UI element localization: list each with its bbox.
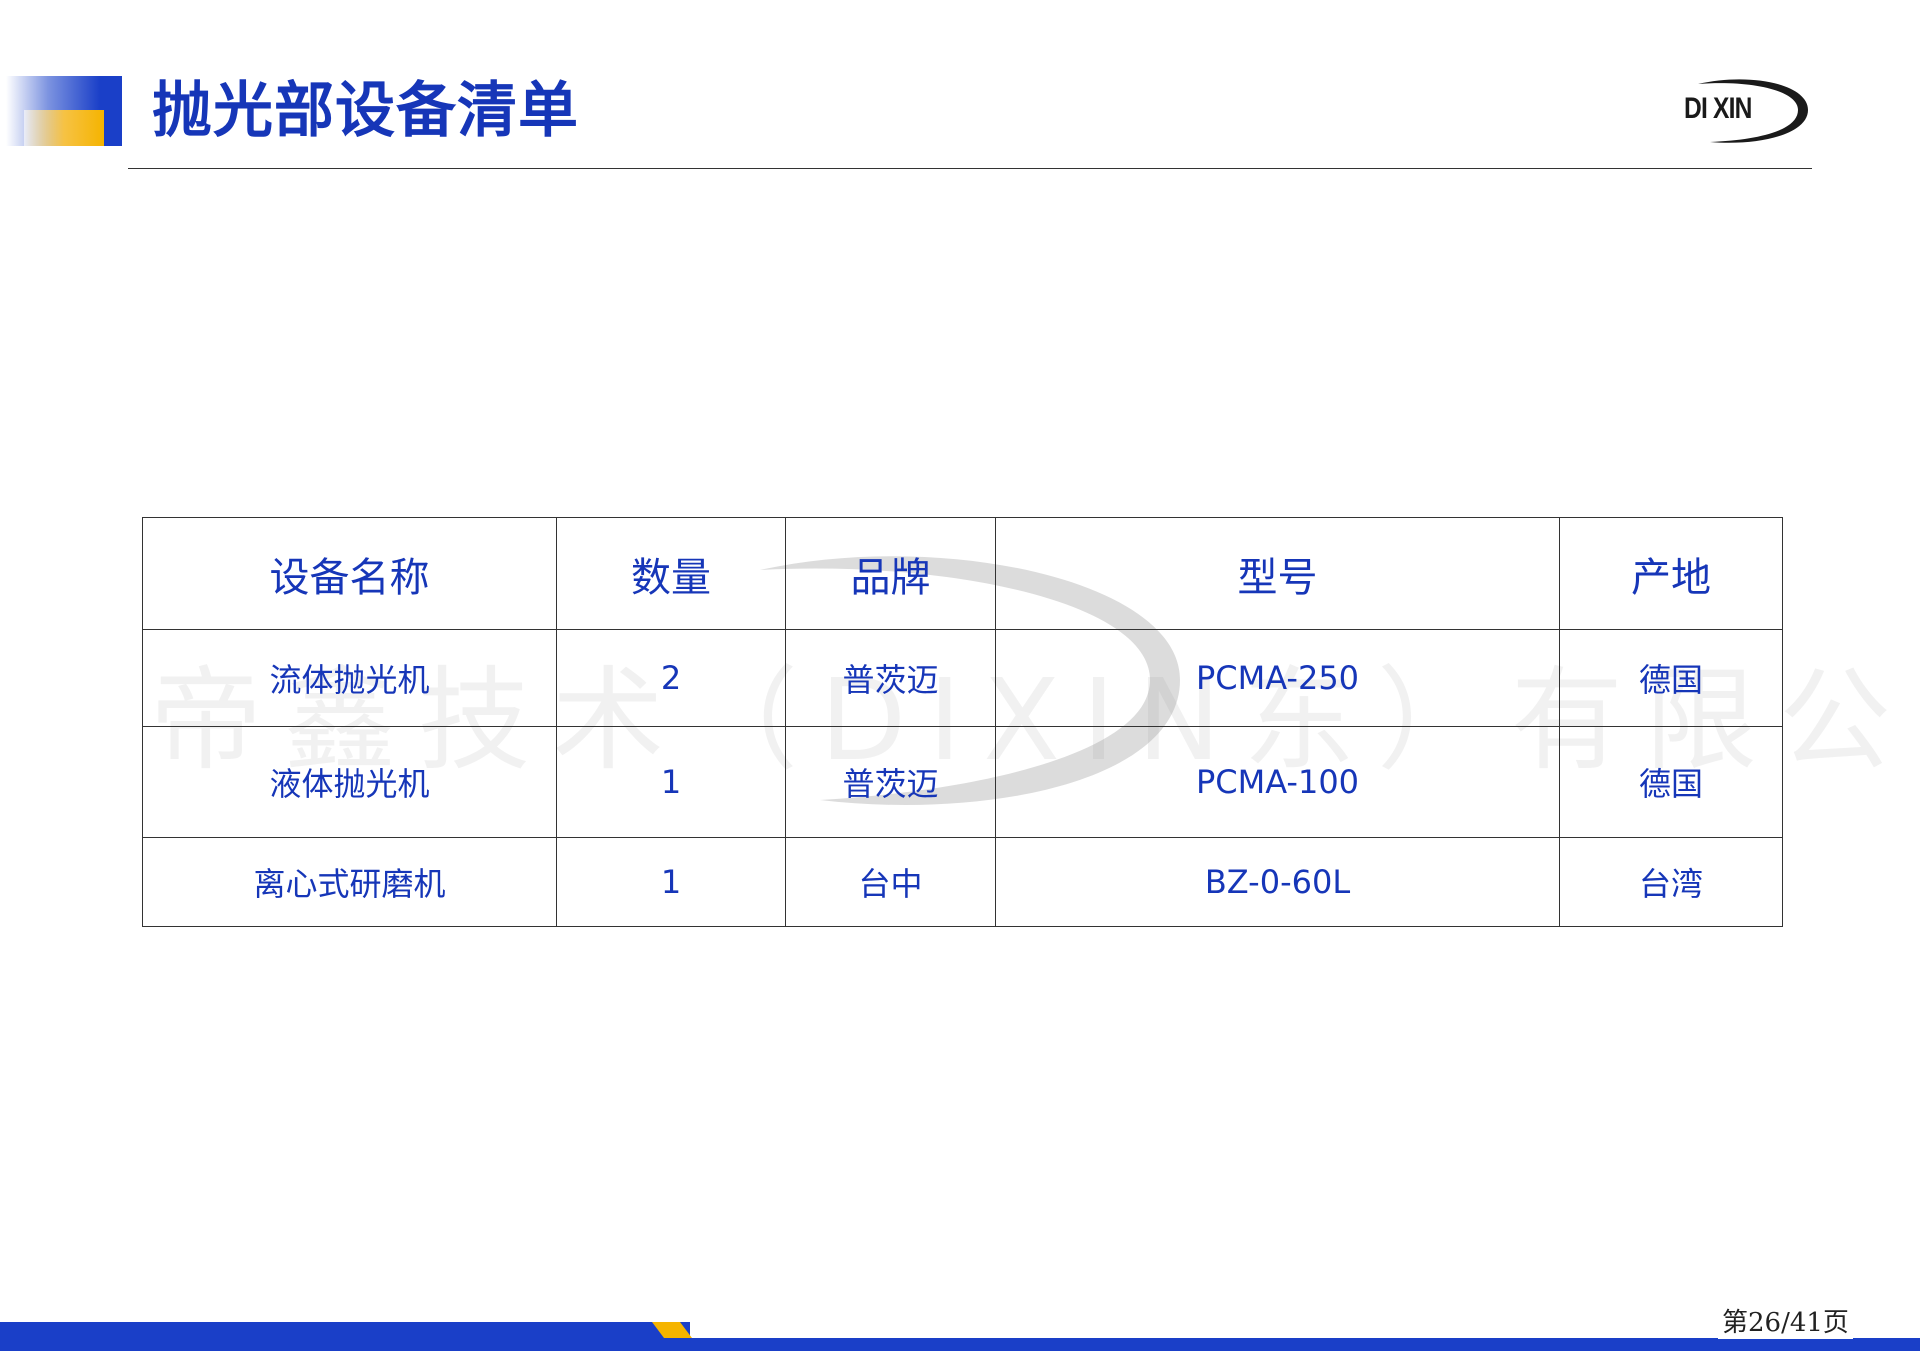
table-row: 流体抛光机 2 普茨迈 PCMA-250 德国 xyxy=(142,629,1783,727)
header-quantity: 数量 xyxy=(556,517,786,630)
logo-text: DI XIN xyxy=(1684,92,1752,125)
cell-origin: 德国 xyxy=(1559,726,1783,838)
table-header-row: 设备名称 数量 品牌 型号 产地 xyxy=(142,517,1783,630)
page-number: 第26/41页 xyxy=(1718,1302,1853,1339)
cell-device-name: 离心式研磨机 xyxy=(142,837,557,927)
cell-brand: 普茨迈 xyxy=(785,726,996,838)
company-logo: DI XIN xyxy=(1680,74,1810,148)
cell-origin: 台湾 xyxy=(1559,837,1783,927)
header-model: 型号 xyxy=(995,517,1560,630)
cell-brand: 普茨迈 xyxy=(785,629,996,727)
equipment-table: 设备名称 数量 品牌 型号 产地 流体抛光机 2 普茨迈 PCMA-250 德国… xyxy=(142,517,1783,927)
corner-decoration xyxy=(6,76,122,146)
cell-quantity: 2 xyxy=(556,629,786,727)
table-row: 离心式研磨机 1 台中 BZ-0-60L 台湾 xyxy=(142,837,1783,927)
footer-bar xyxy=(0,1322,1920,1351)
cell-model: PCMA-250 xyxy=(995,629,1560,727)
slide-page: 抛光部设备清单 DI XIN 帝鑫技术（DIXIN东）有限公司 设备名称 数量 … xyxy=(0,0,1920,1351)
table-row: 液体抛光机 1 普茨迈 PCMA-100 德国 xyxy=(142,726,1783,838)
cell-device-name: 液体抛光机 xyxy=(142,726,557,838)
cell-origin: 德国 xyxy=(1559,629,1783,727)
cell-model: PCMA-100 xyxy=(995,726,1560,838)
header-origin: 产地 xyxy=(1559,517,1783,630)
corner-yellow-block xyxy=(24,110,104,146)
header-brand: 品牌 xyxy=(785,517,996,630)
page-title: 抛光部设备清单 xyxy=(152,76,579,146)
footer-yellow-tab xyxy=(652,1322,692,1338)
cell-model: BZ-0-60L xyxy=(995,837,1560,927)
cell-quantity: 1 xyxy=(556,837,786,927)
cell-quantity: 1 xyxy=(556,726,786,838)
header-device-name: 设备名称 xyxy=(142,517,557,630)
cell-brand: 台中 xyxy=(785,837,996,927)
header-divider xyxy=(128,168,1812,169)
cell-device-name: 流体抛光机 xyxy=(142,629,557,727)
